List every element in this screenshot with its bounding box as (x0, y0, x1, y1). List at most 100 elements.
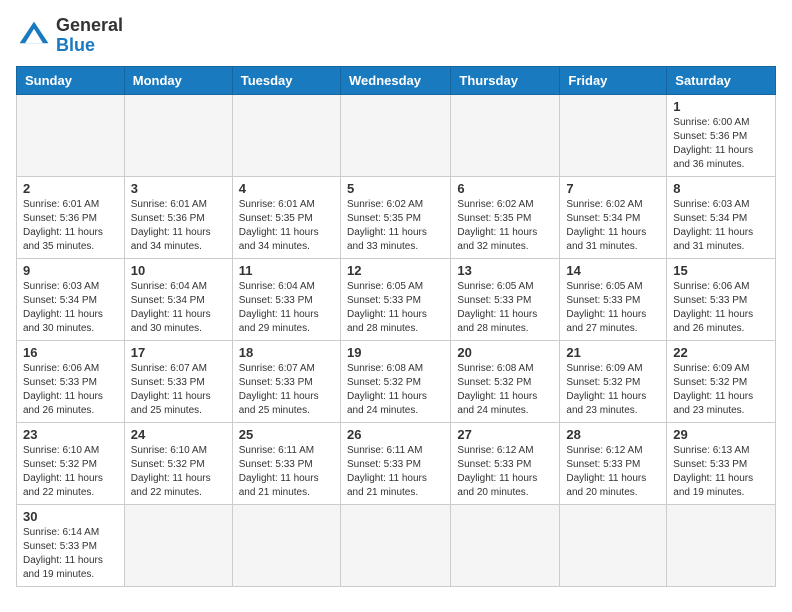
calendar-cell (560, 94, 667, 176)
calendar-cell: 3Sunrise: 6:01 AM Sunset: 5:36 PM Daylig… (124, 176, 232, 258)
calendar-cell: 6Sunrise: 6:02 AM Sunset: 5:35 PM Daylig… (451, 176, 560, 258)
day-number: 25 (239, 427, 334, 442)
day-number: 11 (239, 263, 334, 278)
calendar-cell: 2Sunrise: 6:01 AM Sunset: 5:36 PM Daylig… (17, 176, 125, 258)
day-header-tuesday: Tuesday (232, 66, 340, 94)
day-number: 23 (23, 427, 118, 442)
day-number: 19 (347, 345, 444, 360)
day-info: Sunrise: 6:11 AM Sunset: 5:33 PM Dayligh… (347, 444, 444, 500)
calendar-cell (340, 94, 450, 176)
day-header-friday: Friday (560, 66, 667, 94)
calendar-cell: 4Sunrise: 6:01 AM Sunset: 5:35 PM Daylig… (232, 176, 340, 258)
day-number: 24 (131, 427, 226, 442)
day-number: 7 (566, 181, 660, 196)
day-info: Sunrise: 6:03 AM Sunset: 5:34 PM Dayligh… (673, 198, 769, 254)
calendar-cell: 30 Sunrise: 6:14 AM Sunset: 5:33 PM Dayli… (17, 504, 125, 586)
calendar-cell (232, 94, 340, 176)
day-number: 17 (131, 345, 226, 360)
day-info: Sunrise: 6:09 AM Sunset: 5:32 PM Dayligh… (566, 362, 660, 418)
calendar-week-1: 2 Sunrise: 6:01 AM Sunset: 5:36 PM Daylig… (17, 176, 776, 258)
calendar-cell (451, 94, 560, 176)
day-number: 26 (347, 427, 444, 442)
calendar-cell: 13Sunrise: 6:05 AM Sunset: 5:33 PM Dayli… (451, 258, 560, 340)
calendar-cell (124, 504, 232, 586)
day-number: 13 (457, 263, 553, 278)
calendar-cell: 1Sunrise: 6:00 AM Sunset: 5:36 PM Daylig… (667, 94, 776, 176)
calendar-cell (340, 504, 450, 586)
calendar-cell: 16 Sunrise: 6:06 AM Sunset: 5:33 PM Dayli… (17, 340, 125, 422)
day-header-wednesday: Wednesday (340, 66, 450, 94)
day-header-sunday: Sunday (17, 66, 125, 94)
day-info: Sunrise: 6:12 AM Sunset: 5:33 PM Dayligh… (457, 444, 553, 500)
day-number: 14 (566, 263, 660, 278)
calendar-cell: 11Sunrise: 6:04 AM Sunset: 5:33 PM Dayli… (232, 258, 340, 340)
day-number: 21 (566, 345, 660, 360)
calendar-week-4: 23 Sunrise: 6:10 AM Sunset: 5:32 PM Dayli… (17, 422, 776, 504)
calendar-cell: 27 Sunrise: 6:12 AM Sunset: 5:33 PM Dayli… (451, 422, 560, 504)
day-info: Sunrise: 6:09 AM Sunset: 5:32 PM Dayligh… (673, 362, 769, 418)
calendar-cell: 12 Sunrise: 6:05 AM Sunset: 5:33 PM Dayli… (340, 258, 450, 340)
calendar-cell: 26 Sunrise: 6:11 AM Sunset: 5:33 PM Dayli… (340, 422, 450, 504)
day-number: 16 (23, 345, 118, 360)
calendar-cell (124, 94, 232, 176)
day-info: Sunrise: 6:14 AM Sunset: 5:33 PM Dayligh… (23, 526, 118, 582)
calendar-cell: 14 Sunrise: 6:05 AM Sunset: 5:33 PM Dayli… (560, 258, 667, 340)
day-number: 2 (23, 181, 118, 196)
calendar-body: 1Sunrise: 6:00 AM Sunset: 5:36 PM Daylig… (17, 94, 776, 586)
day-number: 5 (347, 181, 444, 196)
day-number: 30 (23, 509, 118, 524)
day-header-saturday: Saturday (667, 66, 776, 94)
day-info: Sunrise: 6:08 AM Sunset: 5:32 PM Dayligh… (457, 362, 553, 418)
calendar-cell: 15 Sunrise: 6:06 AM Sunset: 5:33 PM Dayli… (667, 258, 776, 340)
calendar-cell: 5 Sunrise: 6:02 AM Sunset: 5:35 PM Daylig… (340, 176, 450, 258)
calendar-cell: 20Sunrise: 6:08 AM Sunset: 5:32 PM Dayli… (451, 340, 560, 422)
day-info: Sunrise: 6:00 AM Sunset: 5:36 PM Dayligh… (673, 116, 769, 172)
logo-general: General (56, 15, 123, 35)
day-info: Sunrise: 6:04 AM Sunset: 5:34 PM Dayligh… (131, 280, 226, 336)
day-info: Sunrise: 6:02 AM Sunset: 5:35 PM Dayligh… (347, 198, 444, 254)
calendar-table: SundayMondayTuesdayWednesdayThursdayFrid… (16, 66, 776, 587)
day-info: Sunrise: 6:05 AM Sunset: 5:33 PM Dayligh… (566, 280, 660, 336)
calendar-week-0: 1Sunrise: 6:00 AM Sunset: 5:36 PM Daylig… (17, 94, 776, 176)
day-info: Sunrise: 6:02 AM Sunset: 5:35 PM Dayligh… (457, 198, 553, 254)
logo-text: General Blue (56, 16, 123, 56)
day-info: Sunrise: 6:06 AM Sunset: 5:33 PM Dayligh… (23, 362, 118, 418)
day-number: 8 (673, 181, 769, 196)
calendar-cell: 10Sunrise: 6:04 AM Sunset: 5:34 PM Dayli… (124, 258, 232, 340)
day-header-monday: Monday (124, 66, 232, 94)
calendar-header: SundayMondayTuesdayWednesdayThursdayFrid… (17, 66, 776, 94)
calendar-cell: 21 Sunrise: 6:09 AM Sunset: 5:32 PM Dayli… (560, 340, 667, 422)
calendar-cell: 19 Sunrise: 6:08 AM Sunset: 5:32 PM Dayli… (340, 340, 450, 422)
page-header: General Blue (16, 16, 776, 56)
day-number: 22 (673, 345, 769, 360)
logo-icon (16, 18, 52, 54)
day-info: Sunrise: 6:02 AM Sunset: 5:34 PM Dayligh… (566, 198, 660, 254)
day-info: Sunrise: 6:08 AM Sunset: 5:32 PM Dayligh… (347, 362, 444, 418)
calendar-cell: 7 Sunrise: 6:02 AM Sunset: 5:34 PM Daylig… (560, 176, 667, 258)
day-info: Sunrise: 6:13 AM Sunset: 5:33 PM Dayligh… (673, 444, 769, 500)
day-info: Sunrise: 6:03 AM Sunset: 5:34 PM Dayligh… (23, 280, 118, 336)
day-number: 12 (347, 263, 444, 278)
calendar-cell (17, 94, 125, 176)
calendar-cell: 24 Sunrise: 6:10 AM Sunset: 5:32 PM Dayli… (124, 422, 232, 504)
calendar-week-2: 9Sunrise: 6:03 AM Sunset: 5:34 PM Daylig… (17, 258, 776, 340)
day-info: Sunrise: 6:01 AM Sunset: 5:36 PM Dayligh… (131, 198, 226, 254)
day-info: Sunrise: 6:11 AM Sunset: 5:33 PM Dayligh… (239, 444, 334, 500)
day-info: Sunrise: 6:07 AM Sunset: 5:33 PM Dayligh… (239, 362, 334, 418)
calendar-cell (667, 504, 776, 586)
day-info: Sunrise: 6:05 AM Sunset: 5:33 PM Dayligh… (347, 280, 444, 336)
calendar-cell (451, 504, 560, 586)
day-info: Sunrise: 6:06 AM Sunset: 5:33 PM Dayligh… (673, 280, 769, 336)
calendar-cell: 8 Sunrise: 6:03 AM Sunset: 5:34 PM Daylig… (667, 176, 776, 258)
calendar-cell: 29Sunrise: 6:13 AM Sunset: 5:33 PM Dayli… (667, 422, 776, 504)
calendar-cell: 23Sunrise: 6:10 AM Sunset: 5:32 PM Dayli… (17, 422, 125, 504)
day-info: Sunrise: 6:10 AM Sunset: 5:32 PM Dayligh… (131, 444, 226, 500)
calendar-cell: 25 Sunrise: 6:11 AM Sunset: 5:33 PM Dayli… (232, 422, 340, 504)
calendar-cell: 18Sunrise: 6:07 AM Sunset: 5:33 PM Dayli… (232, 340, 340, 422)
logo-blue: Blue (56, 35, 95, 55)
day-number: 27 (457, 427, 553, 442)
day-number: 15 (673, 263, 769, 278)
day-number: 4 (239, 181, 334, 196)
day-info: Sunrise: 6:07 AM Sunset: 5:33 PM Dayligh… (131, 362, 226, 418)
day-header-thursday: Thursday (451, 66, 560, 94)
